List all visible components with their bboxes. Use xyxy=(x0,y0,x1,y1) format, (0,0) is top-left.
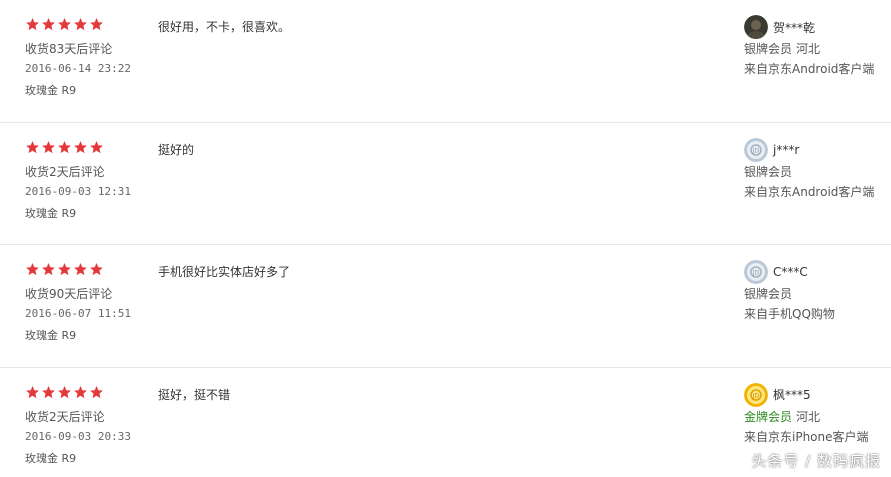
star-icon xyxy=(25,17,40,32)
review-source: 来自京东Android客户端 xyxy=(744,184,875,199)
default-silver-avatar-icon[interactable]: JD xyxy=(744,137,768,162)
svg-text:JD: JD xyxy=(752,147,760,154)
review-item: 收货90天后评论 2016-06-07 11:51 玫瑰金 R9 手机很好比实体… xyxy=(0,245,891,368)
user-info: JD 枫***5 金牌会员 河北 来自京东iPhone客户端 xyxy=(744,382,884,445)
member-line: 金牌会员 河北 xyxy=(744,408,884,425)
photo-avatar-icon[interactable] xyxy=(744,15,768,39)
review-comment: 很好用，不卡，很喜欢。 xyxy=(158,20,291,34)
star-rating xyxy=(25,140,104,156)
star-icon xyxy=(73,17,88,32)
member-level: 银牌会员 xyxy=(744,164,793,179)
star-rating xyxy=(25,17,104,33)
member-line: 银牌会员 河北 xyxy=(744,40,884,57)
star-icon xyxy=(57,262,72,277)
star-icon xyxy=(73,140,88,155)
review-days-after: 收货90天后评论 xyxy=(25,287,113,301)
star-icon xyxy=(25,385,40,400)
star-rating xyxy=(25,262,104,278)
member-line: 银牌会员 xyxy=(744,163,884,180)
review-source: 来自京东Android客户端 xyxy=(744,62,875,76)
user-info: 贺***乾 银牌会员 河北 来自京东Android客户端 xyxy=(744,15,884,77)
review-date: 2016-09-03 20:33 xyxy=(25,429,131,443)
watermark: 头条号 / 数码疯报 xyxy=(751,452,881,470)
review-comment: 挺好的 xyxy=(158,142,195,157)
review-date: 2016-06-14 23:22 xyxy=(25,62,131,75)
star-icon xyxy=(73,385,88,400)
username[interactable]: C***C xyxy=(773,265,808,279)
review-list: 收货83天后评论 2016-06-14 23:22 玫瑰金 R9 很好用，不卡，… xyxy=(0,0,891,477)
star-icon xyxy=(41,140,56,155)
review-source: 来自京东iPhone客户端 xyxy=(744,429,869,444)
star-icon xyxy=(73,262,88,277)
default-gold-avatar-icon[interactable]: JD xyxy=(744,382,768,407)
star-rating xyxy=(25,385,104,401)
review-source: 来自手机QQ购物 xyxy=(744,307,835,321)
default-silver-avatar-icon[interactable]: JD xyxy=(744,260,768,284)
review-item: 收货83天后评论 2016-06-14 23:22 玫瑰金 R9 很好用，不卡，… xyxy=(0,0,891,123)
review-days-after: 收货2天后评论 xyxy=(25,409,105,424)
star-icon xyxy=(57,385,72,400)
username[interactable]: 贺***乾 xyxy=(773,19,815,36)
star-icon xyxy=(89,262,104,277)
member-line: 银牌会员 xyxy=(744,285,884,302)
star-icon xyxy=(57,17,72,32)
star-icon xyxy=(89,140,104,155)
star-icon xyxy=(25,140,40,155)
product-variant: 玫瑰金 R9 xyxy=(25,329,77,342)
member-level: 金牌会员 xyxy=(744,409,793,424)
review-item: 收货2天后评论 2016-09-03 12:31 玫瑰金 R9 挺好的 JD j… xyxy=(0,123,891,245)
username[interactable]: j***r xyxy=(773,143,799,157)
star-icon xyxy=(41,262,56,277)
star-icon xyxy=(41,17,56,32)
review-comment: 挺好，挺不错 xyxy=(158,387,231,402)
star-icon xyxy=(89,385,104,400)
product-variant: 玫瑰金 R9 xyxy=(25,451,77,465)
review-date: 2016-06-07 11:51 xyxy=(25,307,131,320)
user-info: JD j***r 银牌会员 来自京东Android客户端 xyxy=(744,137,884,200)
member-level: 银牌会员 xyxy=(744,42,793,56)
svg-text:JD: JD xyxy=(752,392,760,399)
review-days-after: 收货83天后评论 xyxy=(25,42,113,56)
review-date: 2016-09-03 12:31 xyxy=(25,184,131,198)
username[interactable]: 枫***5 xyxy=(773,386,811,403)
star-icon xyxy=(57,140,72,155)
star-icon xyxy=(41,385,56,400)
star-icon xyxy=(89,17,104,32)
product-variant: 玫瑰金 R9 xyxy=(25,84,77,97)
member-level: 银牌会员 xyxy=(744,287,793,301)
review-days-after: 收货2天后评论 xyxy=(25,164,105,179)
svg-text:JD: JD xyxy=(752,270,760,277)
user-region: 河北 xyxy=(796,42,821,56)
user-info: JD C***C 银牌会员 来自手机QQ购物 xyxy=(744,260,884,322)
review-comment: 手机很好比实体店好多了 xyxy=(158,265,291,279)
user-region: 河北 xyxy=(796,409,821,424)
product-variant: 玫瑰金 R9 xyxy=(25,206,77,220)
star-icon xyxy=(25,262,40,277)
